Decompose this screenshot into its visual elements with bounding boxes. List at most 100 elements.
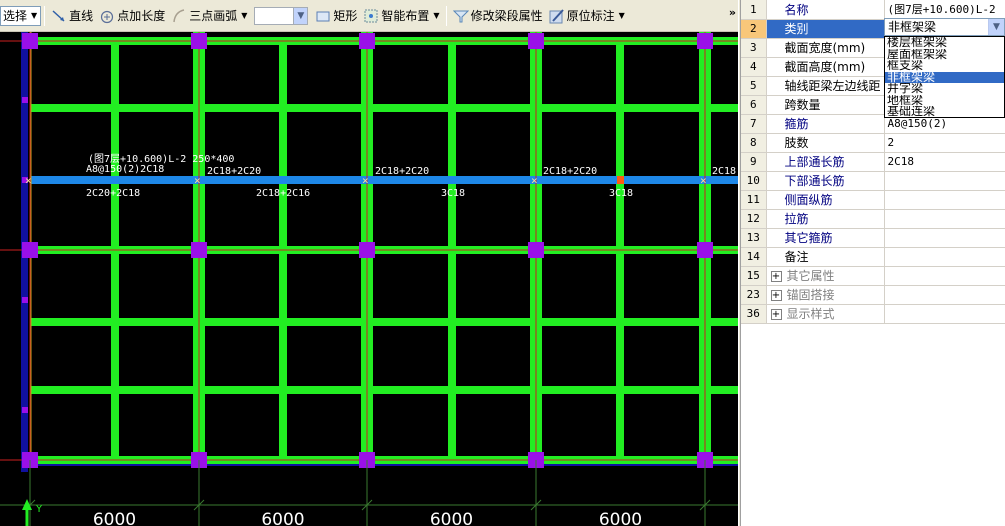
beam-horizontal[interactable] — [31, 104, 738, 112]
expand-plus-icon[interactable]: + — [770, 309, 782, 320]
property-name[interactable]: + 锚固搭接 — [766, 285, 885, 305]
selected-beam[interactable] — [30, 176, 738, 184]
category-option[interactable]: 楼层框架梁 — [885, 37, 1004, 49]
chevron-down-icon[interactable]: ▼ — [619, 11, 625, 20]
property-name-label: 下部通长筋 — [784, 174, 845, 188]
toolbar-combo-box[interactable]: ▼ — [254, 6, 309, 25]
property-value[interactable] — [884, 209, 1005, 229]
dimension-label: 6000 — [599, 510, 642, 526]
smart-placement-icon — [363, 8, 379, 24]
column[interactable] — [22, 33, 38, 49]
smart-placement-button[interactable]: 智能布置 ▼ — [360, 4, 442, 28]
property-row[interactable]: 12 拉筋 — [741, 209, 1005, 229]
property-value[interactable] — [884, 247, 1005, 267]
column[interactable] — [697, 242, 713, 258]
property-row[interactable]: 23 + 锚固搭接 — [741, 285, 1005, 305]
category-option[interactable]: 非框架梁 — [885, 71, 1004, 83]
category-options-list: 楼层框架梁 屋面框架梁 框支梁 非框架梁 井字梁 地框梁 基础连梁 — [884, 36, 1005, 118]
beam-horizontal[interactable] — [31, 318, 738, 326]
property-name: 其它箍筋 — [766, 228, 885, 248]
span-bottom-rebar-label: 2C18+2C16 — [256, 188, 310, 199]
property-name: 上部通长筋 — [766, 152, 885, 172]
span-bottom-rebar-label: 3C18 — [609, 188, 633, 199]
category-select[interactable]: 非框架梁 ▼ — [884, 18, 1005, 36]
property-name[interactable]: + 其它属性 — [766, 266, 885, 286]
property-value[interactable] — [884, 285, 1005, 305]
property-value[interactable] — [884, 228, 1005, 248]
chevron-down-icon[interactable]: ▼ — [988, 19, 1004, 35]
drawing-canvas[interactable]: × × × × × (图7层+10.600)L-2 250*400 A8@150(2)2C1… — [0, 32, 738, 526]
in-place-label: 原位标注 — [566, 9, 615, 23]
property-row[interactable]: 1 名称 (图7层+10.600)L-2 — [741, 0, 1005, 20]
wall-marker — [22, 297, 28, 303]
property-value[interactable]: 2C18 — [884, 152, 1005, 172]
select-mode-dropdown[interactable]: 选择 ▼ — [0, 5, 42, 26]
grip-point[interactable] — [617, 176, 624, 184]
expand-plus-icon[interactable]: + — [770, 271, 782, 282]
rectangle-tool-button[interactable]: 矩形 — [312, 4, 360, 28]
column[interactable] — [697, 33, 713, 49]
cad-drawing[interactable]: × × × × ×(图7层+10.600)L-2 250*400A8@150(2)2C1… — [0, 32, 738, 526]
property-name-label: 备注 — [784, 250, 809, 264]
column[interactable] — [528, 242, 544, 258]
span-top-rebar-label: 2C18+2C20 — [207, 166, 261, 177]
line-tool-button[interactable]: 直线 — [48, 4, 96, 28]
column[interactable] — [191, 33, 207, 49]
property-name-label: 拉筋 — [784, 212, 809, 226]
row-number: 4 — [741, 57, 767, 77]
support-marker: × — [25, 174, 32, 187]
span-top-rebar-label: 2C18+2C20 — [375, 166, 429, 177]
column[interactable] — [22, 242, 38, 258]
property-name-label: 名称 — [784, 2, 809, 17]
expand-plus-icon[interactable]: + — [770, 290, 782, 301]
property-row[interactable]: 9 上部通长筋 2C18 — [741, 152, 1005, 172]
category-option[interactable]: 地框梁 — [885, 95, 1004, 107]
property-value[interactable] — [884, 304, 1005, 324]
property-name: 下部通长筋 — [766, 171, 885, 191]
column[interactable] — [528, 33, 544, 49]
property-value[interactable] — [884, 171, 1005, 191]
property-row[interactable]: 11 侧面纵筋 — [741, 190, 1005, 210]
column[interactable] — [191, 242, 207, 258]
annotation-icon — [549, 8, 565, 24]
category-option[interactable]: 框支梁 — [885, 60, 1004, 72]
property-row[interactable]: 36 + 显示样式 — [741, 304, 1005, 324]
column[interactable] — [359, 33, 375, 49]
chevron-down-icon[interactable]: ▼ — [293, 7, 308, 24]
rectangle-tool-label: 矩形 — [333, 9, 358, 23]
row-number: 5 — [741, 76, 767, 96]
property-name: 截面宽度(mm) — [766, 38, 885, 58]
property-value[interactable] — [884, 266, 1005, 286]
property-value[interactable]: (图7层+10.600)L-2 — [884, 0, 1005, 20]
chevron-down-icon[interactable]: ▼ — [433, 11, 439, 20]
in-place-annotation-button[interactable]: 原位标注 ▼ — [546, 4, 628, 28]
ucs-y-label: Y — [35, 504, 43, 515]
category-option[interactable]: 井字梁 — [885, 83, 1004, 95]
property-name[interactable]: + 显示样式 — [766, 304, 885, 324]
property-row[interactable]: 13 其它箍筋 — [741, 228, 1005, 248]
property-name-label: 显示样式 — [786, 307, 835, 321]
row-number: 15 — [741, 266, 767, 286]
support-marker: × — [194, 174, 201, 187]
chevron-down-icon[interactable]: ▼ — [241, 11, 247, 20]
span-bottom-rebar-label: 3C18 — [441, 188, 465, 199]
property-name-label: 类别 — [784, 22, 809, 36]
app-window: 选择 ▼ 直线 点加长度 三点画弧 ▼ ▼ 矩形 智能布置 ▼ 修改梁段属性 原… — [0, 0, 1005, 526]
row-number: 3 — [741, 38, 767, 58]
category-option[interactable]: 屋面框架梁 — [885, 49, 1004, 61]
beam-horizontal[interactable] — [31, 386, 738, 394]
property-row[interactable]: 15 + 其它属性 — [741, 266, 1005, 286]
property-row[interactable]: 14 备注 — [741, 247, 1005, 267]
modify-span-attributes-button[interactable]: 修改梁段属性 — [450, 4, 546, 28]
smart-placement-label: 智能布置 — [381, 9, 430, 23]
property-row[interactable]: 8 肢数 2 — [741, 133, 1005, 153]
property-row[interactable]: 10 下部通长筋 — [741, 171, 1005, 191]
toolbar-overflow-button[interactable]: » — [729, 6, 736, 19]
category-option[interactable]: 基础连梁 — [885, 106, 1004, 118]
property-value[interactable] — [884, 190, 1005, 210]
point-length-button[interactable]: 点加长度 — [96, 4, 168, 28]
property-value[interactable]: 2 — [884, 133, 1005, 153]
column[interactable] — [359, 242, 375, 258]
three-point-arc-button[interactable]: 三点画弧 ▼ — [168, 4, 250, 28]
property-name: 拉筋 — [766, 209, 885, 229]
